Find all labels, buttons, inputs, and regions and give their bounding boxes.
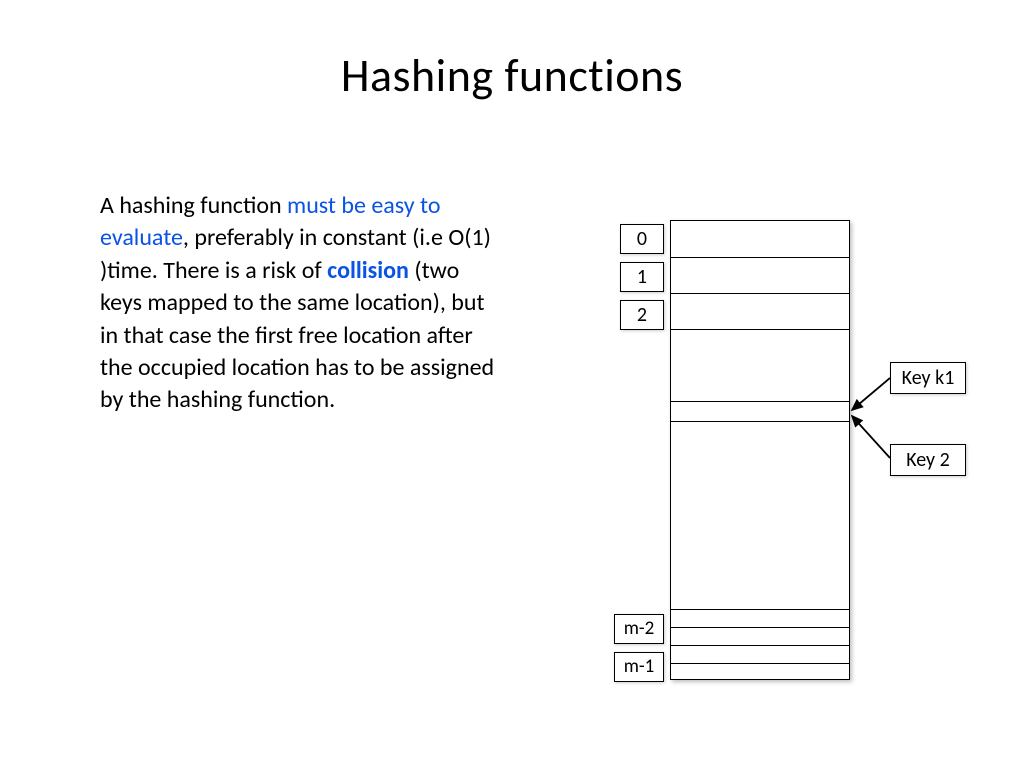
index-2: 2 bbox=[620, 300, 664, 330]
index-m-1: m-1 bbox=[614, 652, 664, 682]
hash-table bbox=[670, 220, 850, 680]
table-divider bbox=[671, 401, 849, 402]
p-highlight-collision: collision bbox=[327, 256, 409, 285]
hash-table-diagram: 0 1 2 m-2 m-1 Key k1 Key 2 bbox=[580, 220, 1000, 720]
table-divider bbox=[671, 421, 849, 422]
body-paragraph: A hashing function must be easy to evalu… bbox=[100, 190, 500, 417]
key-2-box: Key 2 bbox=[890, 444, 966, 476]
slide: Hashing functions A hashing function mus… bbox=[0, 0, 1024, 768]
table-divider bbox=[671, 663, 849, 664]
p-seg-1: A hashing function bbox=[100, 191, 287, 220]
table-divider bbox=[671, 627, 849, 628]
table-divider bbox=[671, 257, 849, 258]
index-1: 1 bbox=[620, 262, 664, 292]
table-divider bbox=[671, 293, 849, 294]
index-m-2: m-2 bbox=[614, 614, 664, 644]
key-k1-box: Key k1 bbox=[890, 362, 966, 394]
table-divider bbox=[671, 645, 849, 646]
slide-title: Hashing functions bbox=[0, 48, 1024, 104]
table-divider bbox=[671, 609, 849, 610]
table-divider bbox=[671, 329, 849, 330]
index-0: 0 bbox=[620, 224, 664, 254]
